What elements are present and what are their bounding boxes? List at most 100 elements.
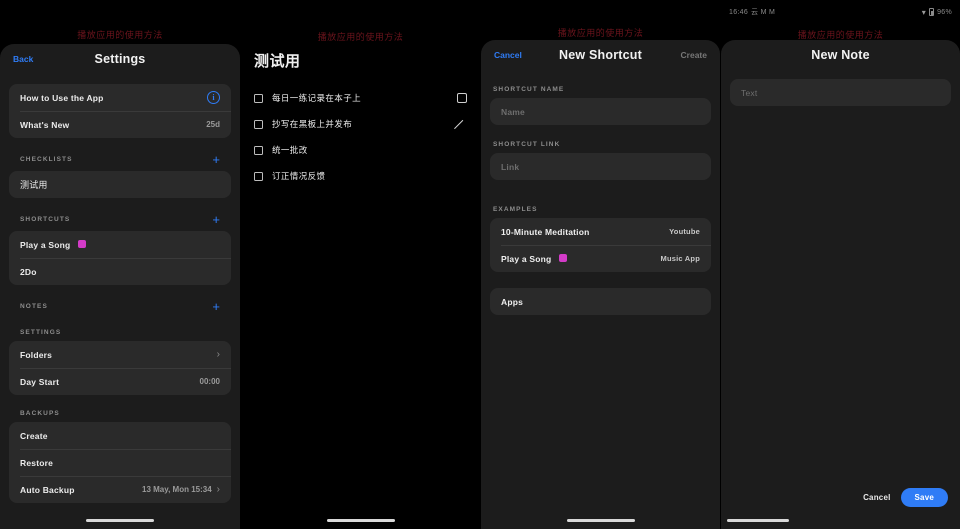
new-note-navbar: New Note xyxy=(721,40,960,70)
list-item[interactable]: 订正情况反馈 xyxy=(254,163,467,189)
checklists-group: 测试用 xyxy=(9,171,231,198)
row-value: 00:00 xyxy=(199,377,220,386)
pencil-icon[interactable] xyxy=(454,118,467,131)
shortcut-link-placeholder: Link xyxy=(501,161,520,172)
row-value: 13 May, Mon 15:34 xyxy=(142,485,212,494)
save-button[interactable]: Save xyxy=(900,488,948,507)
chevron-right-icon: › xyxy=(216,483,220,495)
example-source: Youtube xyxy=(669,227,700,236)
music-badge-icon xyxy=(77,240,86,249)
shortcut-name-label: SHORTCUT NAME xyxy=(493,86,565,93)
add-shortcut-button[interactable]: + xyxy=(212,213,220,226)
row-how-to-use[interactable]: How to Use the App i xyxy=(9,84,231,111)
section-header-notes: NOTES + xyxy=(9,289,231,318)
section-header-backups: BACKUPS xyxy=(9,399,231,422)
row-restore-backup[interactable]: Restore xyxy=(9,449,231,476)
apps-label: Apps xyxy=(501,296,524,307)
shortcuts-group: Play a Song 2Do xyxy=(9,231,231,285)
page-title: New Shortcut xyxy=(559,48,642,62)
row-folders[interactable]: Folders › xyxy=(9,341,231,368)
section-header-settings: SETTINGS xyxy=(9,318,231,341)
section-title: NOTES xyxy=(20,303,48,310)
row-auto-backup[interactable]: Auto Backup 13 May, Mon 15:34 › xyxy=(9,476,231,503)
checkbox[interactable] xyxy=(254,171,263,181)
section-title: CHECKLISTS xyxy=(20,156,73,163)
panel-new-note: 16:46 云 M M ▾ 96% 播放应用的使用方法 New Note Tex… xyxy=(720,0,960,529)
list-item-example[interactable]: 10-Minute Meditation Youtube xyxy=(490,218,711,245)
add-note-button[interactable]: + xyxy=(212,300,220,313)
shortcut-link-label: SHORTCUT LINK xyxy=(493,141,561,148)
row-label: How to Use the App xyxy=(20,92,104,103)
section-title: BACKUPS xyxy=(20,410,60,417)
row-whats-new[interactable]: What's New 25d xyxy=(9,111,231,138)
home-indicator xyxy=(326,519,395,522)
note-text-placeholder: Text xyxy=(741,87,758,98)
new-shortcut-form: SHORTCUT NAME Name SHORTCUT LINK Link EX… xyxy=(481,70,720,315)
shortcut-name-input[interactable]: Name xyxy=(490,98,711,125)
square-outline-icon[interactable] xyxy=(457,93,467,103)
list-item-checklist[interactable]: 测试用 xyxy=(9,171,231,198)
battery-icon xyxy=(929,8,935,16)
list-item[interactable]: 统一批改 xyxy=(254,137,467,163)
list-item[interactable]: 抄写在黑板上并发布 xyxy=(254,111,467,137)
apps-button[interactable]: Apps xyxy=(490,288,711,315)
settings-scroll[interactable]: How to Use the App i What's New 25d CHEC… xyxy=(0,84,240,503)
list-item-shortcut[interactable]: 2Do xyxy=(9,258,231,285)
settings-sheet: Back Settings How to Use the App i What'… xyxy=(0,44,240,529)
checkbox[interactable] xyxy=(254,145,263,155)
example-name: 10-Minute Meditation xyxy=(501,226,590,237)
section-header-shortcuts: SHORTCUTS + xyxy=(9,202,231,231)
section-header-checklists: CHECKLISTS + xyxy=(9,142,231,171)
status-icons: 云 M M xyxy=(751,8,776,16)
checkbox[interactable] xyxy=(254,119,263,129)
home-indicator xyxy=(86,519,154,522)
row-label: Create xyxy=(20,430,48,441)
note-text-input[interactable]: Text xyxy=(730,79,951,106)
back-button[interactable]: Back xyxy=(13,54,33,64)
page-title: New Note xyxy=(811,48,870,62)
section-title: SHORTCUTS xyxy=(20,216,71,223)
list-item[interactable]: 每日一练记录在本子上 xyxy=(254,85,467,111)
new-shortcut-navbar: Cancel New Shortcut Create xyxy=(481,40,720,70)
music-badge-icon xyxy=(558,254,567,263)
wifi-icon: ▾ xyxy=(921,7,927,17)
list-item-example[interactable]: Play a Song Music App xyxy=(490,245,711,272)
note-field-wrap: Text xyxy=(721,70,960,106)
row-label: Play a Song xyxy=(20,239,71,250)
new-note-sheet: New Note Text xyxy=(721,40,960,529)
checklist-title: 测试用 xyxy=(254,53,301,70)
list-item-shortcut[interactable]: Play a Song xyxy=(9,231,231,258)
note-actions: Cancel Save xyxy=(863,488,948,507)
row-day-start[interactable]: Day Start 00:00 xyxy=(9,368,231,395)
cancel-button[interactable]: Cancel xyxy=(863,493,890,502)
row-label: Auto Backup xyxy=(20,484,75,495)
status-bar: 16:46 云 M M ▾ 96% xyxy=(721,6,960,18)
examples-group: 10-Minute Meditation Youtube Play a Song… xyxy=(490,218,711,272)
panel-checklist: 播放应用的使用方法 测试用 每日一练记录在本子上 抄写在黑板上并发布 统一批改 … xyxy=(240,0,480,529)
panel-new-shortcut: 播放应用的使用方法 Cancel New Shortcut Create SHO… xyxy=(480,0,720,529)
new-shortcut-sheet: Cancel New Shortcut Create SHORTCUT NAME… xyxy=(481,40,720,529)
examples-label: EXAMPLES xyxy=(493,206,538,213)
home-indicator xyxy=(727,519,789,522)
help-group: How to Use the App i What's New 25d xyxy=(9,84,231,138)
add-checklist-button[interactable]: + xyxy=(212,153,220,166)
shortcut-link-input[interactable]: Link xyxy=(490,153,711,180)
settings-group: Folders › Day Start 00:00 xyxy=(9,341,231,395)
shortcut-name-placeholder: Name xyxy=(501,106,525,117)
example-name: Play a Song xyxy=(501,253,552,264)
watermark-text: 播放应用的使用方法 xyxy=(557,28,644,38)
watermark-text: 播放应用的使用方法 xyxy=(77,30,163,40)
list-item-label: 每日一练记录在本子上 xyxy=(272,93,362,103)
row-create-backup[interactable]: Create xyxy=(9,422,231,449)
list-item-label: 抄写在黑板上并发布 xyxy=(272,119,353,129)
row-label: Restore xyxy=(20,457,54,468)
info-icon[interactable]: i xyxy=(207,91,220,104)
checkbox[interactable] xyxy=(254,93,263,103)
checklist-body: 测试用 每日一练记录在本子上 抄写在黑板上并发布 统一批改 订正情况反馈 xyxy=(241,0,480,529)
cancel-button[interactable]: Cancel xyxy=(494,50,522,60)
row-label: Day Start xyxy=(20,376,60,387)
row-label: 2Do xyxy=(20,266,37,277)
screenshot-stage: 播放应用的使用方法 Back Settings How to Use the A… xyxy=(0,0,960,529)
create-button[interactable]: Create xyxy=(681,50,707,60)
panel-settings: 播放应用的使用方法 Back Settings How to Use the A… xyxy=(0,0,240,529)
